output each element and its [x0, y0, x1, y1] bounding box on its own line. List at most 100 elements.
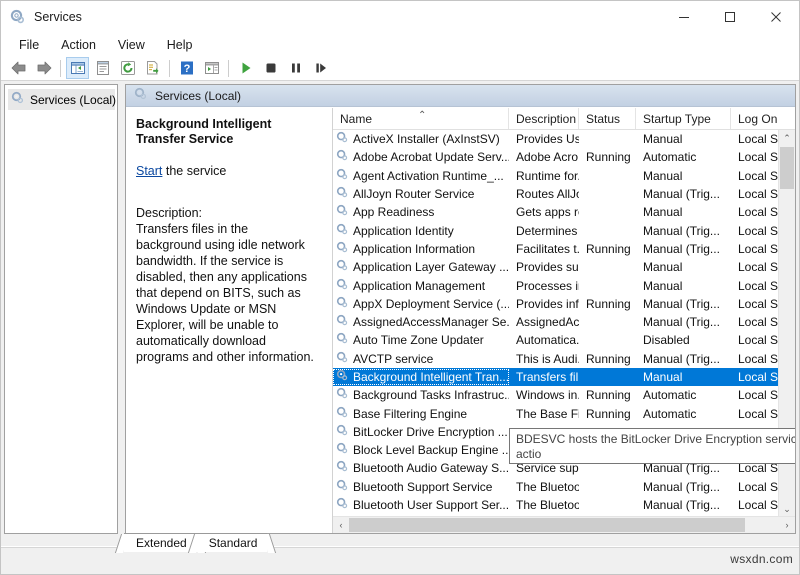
service-gear-icon: [336, 149, 349, 165]
services-gear-icon: [134, 87, 148, 104]
back-arrow-icon[interactable]: [7, 57, 30, 79]
toolbar-separator: [60, 60, 61, 77]
cell-startup-type: Manual: [636, 279, 731, 293]
table-row[interactable]: App ReadinessGets apps re...ManualLocal …: [333, 203, 795, 221]
service-detail-title: Background Intelligent Transfer Service: [136, 117, 316, 147]
cell-service-name: Agent Activation Runtime_...: [333, 168, 509, 184]
service-action-line: Start the service: [136, 163, 316, 179]
cell-status: Running: [579, 388, 636, 402]
cell-service-name: App Readiness: [333, 204, 509, 220]
help-icon[interactable]: ?: [175, 57, 198, 79]
table-row[interactable]: Application IdentityDetermines ...Manual…: [333, 221, 795, 239]
show-hide-action-pane-icon[interactable]: [200, 57, 223, 79]
service-detail-pane: Background Intelligent Transfer Service …: [126, 108, 328, 533]
service-name-label: Background Intelligent Tran...: [353, 370, 509, 384]
toolbar: ?: [1, 56, 799, 81]
cell-startup-type: Manual (Trig...: [636, 480, 731, 494]
cell-service-name: AppX Deployment Service (...: [333, 296, 509, 312]
restart-service-icon[interactable]: [309, 57, 332, 79]
table-row[interactable]: Application Layer Gateway ...Provides su…: [333, 258, 795, 276]
minimize-button[interactable]: [661, 1, 707, 33]
start-service-icon[interactable]: [234, 57, 257, 79]
cell-description: Adobe Acro...: [509, 150, 579, 164]
table-row[interactable]: Adobe Acrobat Update Serv...Adobe Acro..…: [333, 148, 795, 166]
refresh-icon[interactable]: [116, 57, 139, 79]
services-window: Services File Action View Help: [0, 0, 800, 575]
service-gear-icon: [336, 278, 349, 294]
cell-service-name: Base Filtering Engine: [333, 406, 509, 422]
service-name-label: Application Management: [353, 279, 485, 293]
table-row[interactable]: AssignedAccessManager Se...AssignedAc...…: [333, 313, 795, 331]
scroll-up-icon[interactable]: ⌃: [779, 130, 795, 146]
cell-status: Running: [579, 297, 636, 311]
scroll-right-icon[interactable]: ›: [779, 520, 795, 530]
table-row[interactable]: Background Tasks Infrastruc...Windows in…: [333, 386, 795, 404]
column-header-name[interactable]: Name ⌃: [333, 108, 509, 129]
service-name-label: Auto Time Zone Updater: [353, 333, 484, 347]
start-service-suffix: the service: [162, 164, 226, 178]
cell-service-name: Bluetooth Support Service: [333, 479, 509, 495]
column-header-startup-type[interactable]: Startup Type: [636, 108, 731, 129]
table-row[interactable]: AllJoyn Router ServiceRoutes AllJo...Man…: [333, 185, 795, 203]
cell-service-name: Auto Time Zone Updater: [333, 332, 509, 348]
horizontal-scroll-track[interactable]: [349, 517, 779, 533]
services-gear-icon: [11, 91, 25, 108]
service-name-label: AVCTP service: [353, 352, 433, 366]
cell-startup-type: Disabled: [636, 333, 731, 347]
cell-startup-type: Automatic: [636, 388, 731, 402]
cell-service-name: Application Information: [333, 241, 509, 257]
properties-icon[interactable]: [91, 57, 114, 79]
table-row[interactable]: Bluetooth Support ServiceThe Bluetoo...M…: [333, 478, 795, 496]
table-row[interactable]: Bluetooth User Support Ser...The Bluetoo…: [333, 496, 795, 514]
window-controls: [661, 1, 799, 33]
cell-startup-type: Manual (Trig...: [636, 224, 731, 238]
tab-extended[interactable]: Extended: [124, 533, 197, 552]
table-row[interactable]: AVCTP serviceThis is Audi...RunningManua…: [333, 350, 795, 368]
horizontal-scrollbar[interactable]: ‹ ›: [333, 516, 795, 533]
column-header-description[interactable]: Description: [509, 108, 579, 129]
export-list-icon[interactable]: [141, 57, 164, 79]
tab-standard[interactable]: Standard: [197, 533, 268, 552]
cell-startup-type: Automatic: [636, 150, 731, 164]
sort-ascending-icon: ⌃: [418, 110, 426, 121]
service-gear-icon: [336, 204, 349, 220]
table-row[interactable]: AppX Deployment Service (...Provides inf…: [333, 295, 795, 313]
cell-description: Gets apps re...: [509, 205, 579, 219]
table-row[interactable]: Application InformationFacilitates t...R…: [333, 240, 795, 258]
console-tree-pane: Services (Local): [4, 84, 118, 534]
horizontal-scroll-thumb[interactable]: [349, 518, 745, 532]
column-header-log-on[interactable]: Log On: [731, 108, 791, 129]
scroll-down-icon[interactable]: ⌄: [779, 501, 795, 517]
service-name-label: Application Identity: [353, 224, 454, 238]
cell-startup-type: Manual: [636, 260, 731, 274]
cell-service-name: AVCTP service: [333, 351, 509, 367]
scroll-left-icon[interactable]: ‹: [333, 520, 349, 530]
close-button[interactable]: [753, 1, 799, 33]
menu-view[interactable]: View: [108, 35, 155, 55]
table-row[interactable]: Application ManagementProcesses in...Man…: [333, 276, 795, 294]
sidebar-item-services-local[interactable]: Services (Local): [8, 89, 115, 110]
menu-help[interactable]: Help: [157, 35, 203, 55]
cell-description: The Base Fil...: [509, 407, 579, 421]
show-hide-console-tree-icon[interactable]: [66, 57, 89, 79]
service-gear-icon: [336, 241, 349, 257]
table-row[interactable]: Base Filtering EngineThe Base Fil...Runn…: [333, 404, 795, 422]
vertical-scroll-thumb[interactable]: [780, 147, 794, 189]
start-service-link[interactable]: Start: [136, 164, 162, 178]
toolbar-separator: [169, 60, 170, 77]
menu-file[interactable]: File: [9, 35, 49, 55]
table-row[interactable]: Background Intelligent Tran...Transfers …: [333, 368, 795, 386]
cell-description: Windows in...: [509, 388, 579, 402]
stop-service-icon[interactable]: [259, 57, 282, 79]
table-row[interactable]: Auto Time Zone Updater Automatica... Disab…: [333, 331, 795, 349]
maximize-button[interactable]: [707, 1, 753, 33]
table-row[interactable]: ActiveX Installer (AxInstSV)Provides Us.…: [333, 130, 795, 148]
forward-arrow-icon[interactable]: [32, 57, 55, 79]
pause-service-icon[interactable]: [284, 57, 307, 79]
view-tabs: Extended Standard: [124, 531, 267, 552]
cell-status: Running: [579, 150, 636, 164]
cell-description: Automatica...: [509, 333, 579, 347]
menu-action[interactable]: Action: [51, 35, 106, 55]
column-header-status[interactable]: Status: [579, 108, 636, 129]
table-row[interactable]: Agent Activation Runtime_...Runtime for.…: [333, 167, 795, 185]
